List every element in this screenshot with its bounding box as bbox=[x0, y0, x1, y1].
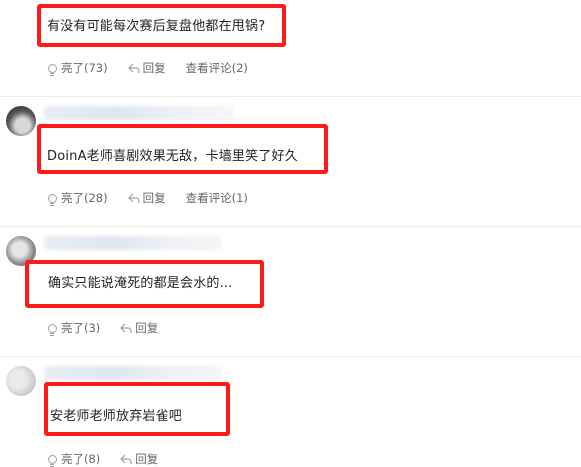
reply-label: 回复 bbox=[135, 321, 159, 335]
lightbulb-icon bbox=[48, 454, 57, 467]
view-replies-label: 查看评论(1) bbox=[185, 191, 248, 205]
like-label: 亮了(28) bbox=[61, 191, 108, 205]
like-button[interactable]: 亮了(28) bbox=[46, 190, 108, 206]
reply-button[interactable]: 回复 bbox=[120, 320, 158, 336]
reply-label: 回复 bbox=[142, 61, 166, 75]
comment-actions: 亮了(3) 回复 bbox=[46, 320, 178, 336]
comment-actions: 亮了(73) 回复 查看评论(2) bbox=[46, 60, 268, 76]
reply-button[interactable]: 回复 bbox=[127, 60, 166, 76]
comment-2: DoinA老师喜剧效果无敌，卡墙里笑了好久 亮了(28) 回复 查看评论(1) bbox=[0, 96, 581, 226]
reply-arrow-icon bbox=[127, 63, 140, 73]
lightbulb-icon bbox=[48, 323, 57, 336]
comment-actions: 亮了(28) 回复 查看评论(1) bbox=[46, 190, 268, 206]
avatar bbox=[6, 366, 36, 396]
comment-actions: 亮了(8) 回复 bbox=[46, 451, 178, 467]
like-button[interactable]: 亮了(3) bbox=[46, 320, 100, 336]
lightbulb-icon bbox=[48, 193, 57, 206]
avatar bbox=[6, 106, 36, 136]
reply-label: 回复 bbox=[142, 191, 166, 205]
reply-button[interactable]: 回复 bbox=[120, 451, 158, 467]
reply-arrow-icon bbox=[127, 193, 140, 203]
view-replies-label: 查看评论(2) bbox=[185, 61, 248, 75]
reply-arrow-icon bbox=[120, 454, 132, 464]
comment-text: 确实只能说淹死的都是会水的... bbox=[48, 276, 233, 291]
comment-4: 安老师老师放弃岩雀吧 亮了(8) 回复 bbox=[0, 356, 581, 467]
like-label: 亮了(3) bbox=[61, 321, 101, 335]
like-label: 亮了(8) bbox=[61, 452, 101, 466]
username-blurred bbox=[44, 106, 234, 120]
username-blurred bbox=[44, 236, 222, 250]
reply-button[interactable]: 回复 bbox=[127, 190, 166, 206]
comment-1: 有没有可能每次赛后复盘他都在甩锅? 亮了(73) 回复 查看评论(2) bbox=[0, 0, 581, 95]
comment-text: 有没有可能每次赛后复盘他都在甩锅? bbox=[47, 19, 266, 34]
like-label: 亮了(73) bbox=[61, 61, 108, 75]
comment-text: 安老师老师放弃岩雀吧 bbox=[50, 409, 183, 424]
avatar bbox=[6, 236, 36, 266]
view-replies-link[interactable]: 查看评论(2) bbox=[186, 60, 248, 76]
lightbulb-icon bbox=[48, 63, 57, 76]
like-button[interactable]: 亮了(73) bbox=[46, 60, 108, 76]
username-blurred bbox=[44, 366, 222, 380]
reply-arrow-icon bbox=[120, 323, 132, 333]
reply-label: 回复 bbox=[135, 452, 159, 466]
comment-text: DoinA老师喜剧效果无敌，卡墙里笑了好久 bbox=[47, 149, 298, 164]
comment-3: 确实只能说淹死的都是会水的... 亮了(3) 回复 bbox=[0, 226, 581, 356]
view-replies-link[interactable]: 查看评论(1) bbox=[186, 190, 248, 206]
like-button[interactable]: 亮了(8) bbox=[46, 451, 100, 467]
